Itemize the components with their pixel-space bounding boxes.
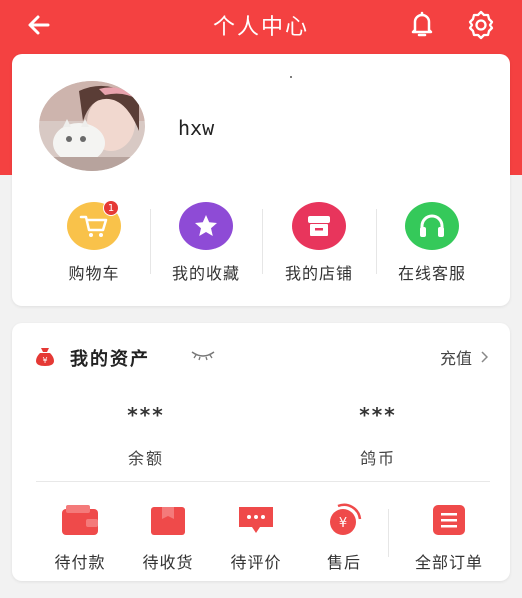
refund-icon: ¥: [330, 503, 362, 535]
profile-card: hxw 1 购物车 我的收藏 我的店铺 在线客服: [12, 54, 510, 306]
hide-balance-button[interactable]: [190, 347, 216, 363]
decorative-dot: [290, 76, 292, 78]
balance-value: ***: [127, 403, 165, 427]
cart-icon-circle: 1: [67, 200, 121, 250]
money-bag-icon: ¥: [34, 345, 56, 367]
username: hxw: [178, 116, 215, 140]
cart-badge: 1: [103, 200, 119, 216]
coin-value: ***: [359, 403, 397, 427]
avatar-image: [39, 81, 145, 171]
gear-icon: [468, 10, 494, 40]
order-all[interactable]: 全部订单: [404, 503, 494, 573]
order-label: 待收货: [142, 553, 194, 572]
quick-link-support[interactable]: 在线客服: [377, 202, 487, 283]
page-title: 个人中心: [212, 15, 309, 40]
package-icon: [151, 507, 185, 535]
quick-link-label: 在线客服: [397, 264, 466, 283]
headset-icon: [420, 214, 444, 237]
wallet-icon: [62, 505, 98, 535]
order-label: 售后: [326, 553, 361, 572]
store-icon-circle: [292, 202, 346, 250]
svg-text:¥: ¥: [339, 516, 347, 531]
order-pending-receipt[interactable]: 待收货: [123, 503, 213, 573]
divider: [388, 509, 389, 557]
cart-icon: [79, 215, 108, 237]
chevron-right-icon: [481, 351, 488, 363]
order-pending-review[interactable]: 待评价: [211, 503, 301, 573]
svg-text:¥: ¥: [42, 356, 47, 365]
bell-icon: [411, 11, 433, 37]
eye-closed-icon: [191, 351, 215, 361]
recharge-label: 充值: [439, 349, 472, 368]
divider: [262, 209, 263, 274]
top-bar: 个人中心: [0, 0, 522, 50]
coin-label: 鸽币: [359, 449, 396, 468]
quick-link-label: 我的收藏: [171, 264, 240, 283]
assets-card: ¥ 我的资产 充值 *** 余额 *** 鸽币 待付款 待收货 待评价 ¥ 售后…: [12, 323, 510, 581]
comment-icon: [239, 507, 273, 533]
order-after-sales[interactable]: ¥ 售后: [299, 503, 389, 573]
order-pending-payment[interactable]: 待付款: [35, 503, 125, 573]
quick-link-store[interactable]: 我的店铺: [264, 202, 374, 283]
assets-title: 我的资产: [70, 349, 150, 370]
quick-link-favorites[interactable]: 我的收藏: [151, 202, 261, 283]
recharge-link[interactable]: 充值: [440, 345, 488, 369]
coin-item[interactable]: *** 鸽币: [308, 403, 448, 469]
store-icon: [308, 216, 330, 236]
divider: [36, 481, 490, 482]
quick-link-label: 购物车: [68, 264, 120, 283]
star-icon-circle: [179, 202, 233, 250]
notifications-button[interactable]: [406, 8, 438, 40]
order-label: 待付款: [54, 553, 106, 572]
order-label: 待评价: [230, 553, 282, 572]
order-list-icon: [433, 505, 465, 535]
quick-link-label: 我的店铺: [284, 264, 353, 283]
order-label: 全部订单: [414, 553, 483, 572]
headset-icon-circle: [405, 202, 459, 250]
star-icon: [195, 215, 217, 236]
settings-button[interactable]: [464, 8, 498, 42]
balance-label: 余额: [127, 449, 164, 468]
avatar[interactable]: [39, 81, 145, 171]
quick-link-cart[interactable]: 1 购物车: [39, 200, 149, 283]
balance-item[interactable]: *** 余额: [76, 403, 216, 469]
